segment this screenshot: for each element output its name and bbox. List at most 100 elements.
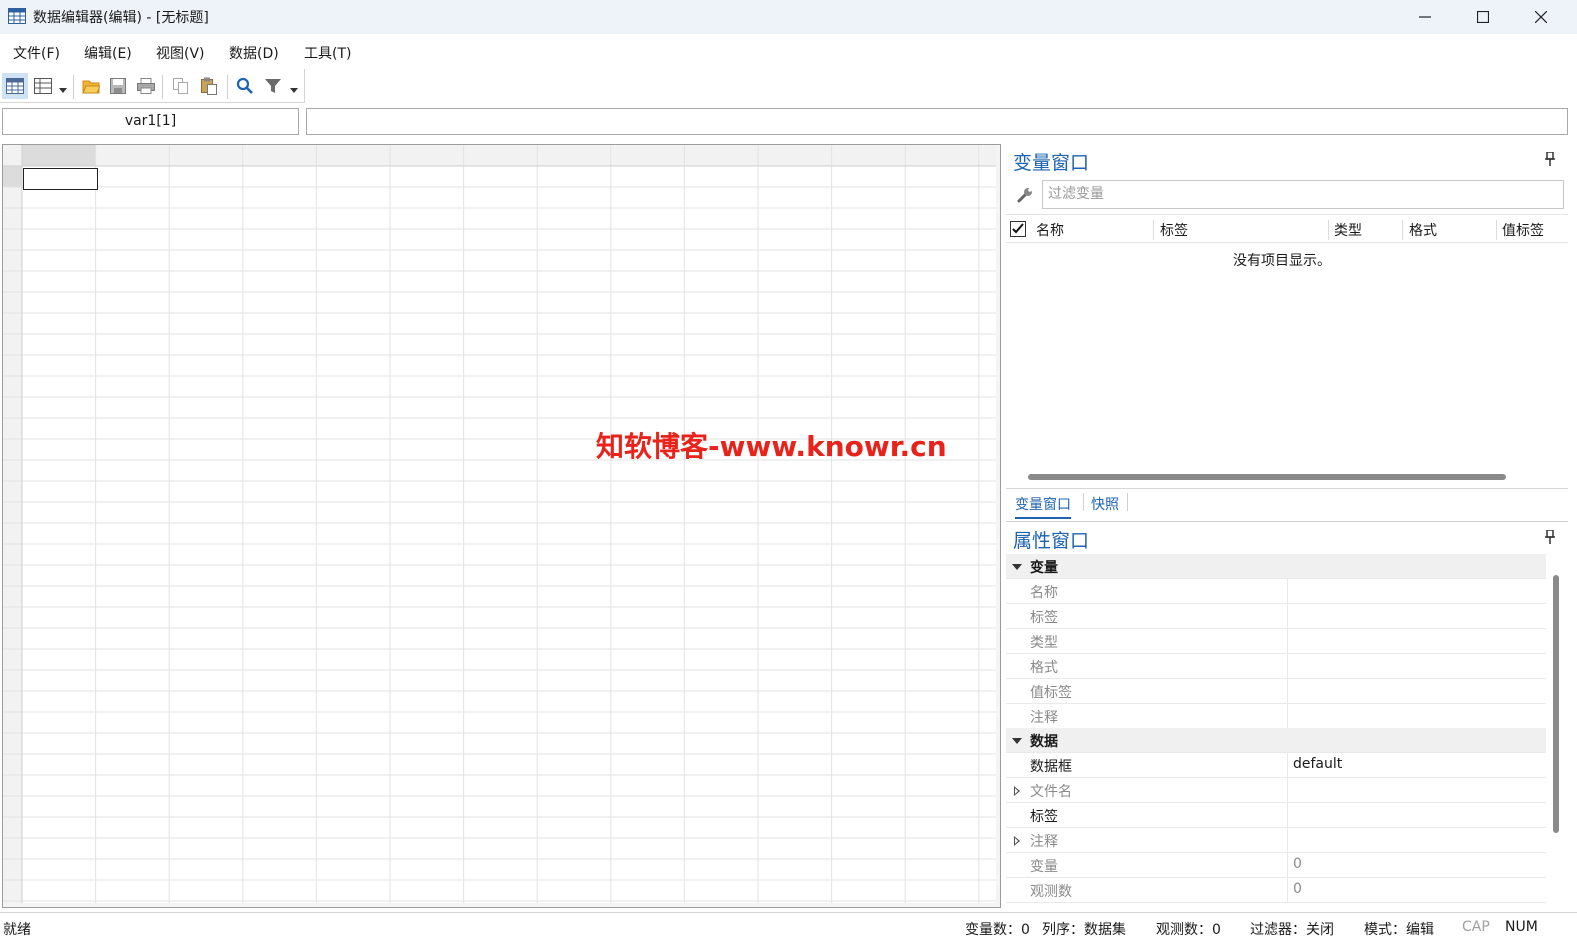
column-divider	[1496, 220, 1497, 240]
variable-view-icon	[34, 78, 52, 94]
property-divider	[1287, 878, 1288, 903]
status-mode: 模式：编辑	[1364, 922, 1434, 938]
toolbar-separator	[227, 75, 228, 99]
chevron-down-icon[interactable]	[59, 88, 67, 93]
column-label[interactable]: 标签	[1160, 220, 1188, 240]
category-data[interactable]: 数据	[1006, 728, 1546, 753]
menu-data[interactable]: 数据(D)	[229, 43, 279, 63]
close-button[interactable]	[1513, 0, 1569, 34]
property-row[interactable]: 名称	[1006, 579, 1546, 604]
property-divider	[1287, 679, 1288, 704]
window-title: 数据编辑器(编辑) - [无标题]	[33, 10, 209, 26]
expand-icon[interactable]	[1014, 786, 1020, 796]
property-name: 文件名	[1030, 784, 1072, 800]
property-value: 0	[1293, 881, 1302, 897]
property-row[interactable]: 观测数 0	[1006, 878, 1546, 903]
property-row[interactable]: 标签	[1006, 604, 1546, 629]
tab-divider	[1127, 493, 1128, 511]
category-variable[interactable]: 变量	[1006, 554, 1546, 579]
save-icon	[110, 78, 126, 94]
open-folder-icon	[82, 80, 100, 94]
column-type[interactable]: 类型	[1334, 220, 1362, 240]
status-filter: 过滤器：关闭	[1250, 922, 1334, 938]
menu-edit[interactable]: 编辑(E)	[84, 43, 132, 63]
toolbar-separator	[73, 75, 74, 99]
select-all-checkbox[interactable]	[1010, 221, 1026, 237]
property-divider	[1287, 579, 1288, 604]
column-divider	[1328, 220, 1329, 240]
maximize-button[interactable]	[1455, 0, 1511, 34]
vertical-scrollbar[interactable]	[1553, 575, 1559, 833]
tab-variable-window[interactable]: 变量窗口	[1015, 494, 1071, 519]
filter-variables-input[interactable]: 过滤变量	[1042, 180, 1564, 209]
menu-file[interactable]: 文件(F)	[13, 43, 60, 63]
property-row[interactable]: 标签	[1006, 803, 1546, 828]
data-editor-icon	[6, 78, 24, 94]
copy-icon	[173, 78, 188, 94]
property-row[interactable]: 文件名	[1006, 778, 1546, 803]
collapse-icon[interactable]	[1012, 738, 1022, 744]
cell-name-box[interactable]: var1[1]	[2, 108, 299, 135]
column-value-label[interactable]: 值标签	[1502, 220, 1544, 240]
title-bar: 数据编辑器(编辑) - [无标题]	[0, 0, 1577, 34]
property-row[interactable]: 注释	[1006, 704, 1546, 729]
grid-lines	[3, 145, 1000, 907]
print-icon	[137, 78, 155, 94]
property-divider	[1287, 604, 1288, 629]
toolbar-separator	[162, 75, 163, 99]
property-divider	[1287, 853, 1288, 878]
panel-tabs: 变量窗口 快照	[1006, 488, 1568, 519]
property-row[interactable]: 类型	[1006, 629, 1546, 654]
column-name[interactable]: 名称	[1036, 220, 1064, 240]
print-button[interactable]	[133, 73, 159, 99]
menu-view[interactable]: 视图(V)	[156, 43, 205, 63]
menu-bar: 文件(F) 编辑(E) 视图(V) 数据(D) 工具(T)	[0, 34, 1577, 68]
property-name: 值标签	[1030, 685, 1072, 701]
collapse-icon[interactable]	[1012, 564, 1022, 570]
chevron-down-icon[interactable]	[290, 88, 298, 93]
property-name: 变量	[1030, 859, 1058, 875]
tab-snapshot[interactable]: 快照	[1091, 494, 1119, 514]
status-cap: CAP	[1462, 919, 1490, 935]
property-value[interactable]: default	[1293, 756, 1342, 772]
data-grid[interactable]	[2, 144, 1001, 908]
property-row[interactable]: 值标签	[1006, 679, 1546, 704]
minimize-button[interactable]	[1397, 0, 1453, 34]
check-icon	[1012, 223, 1024, 234]
active-cell[interactable]	[23, 168, 98, 190]
column-format[interactable]: 格式	[1409, 220, 1437, 240]
watermark-text: 知软博客-www.knowr.cn	[596, 430, 947, 463]
property-name: 标签	[1030, 809, 1058, 825]
paste-button[interactable]	[196, 73, 222, 99]
horizontal-scrollbar[interactable]	[1028, 474, 1506, 480]
wrench-icon	[1017, 188, 1032, 203]
status-bar: 就绪 变量数：0 列序：数据集 观测数：0 过滤器：关闭 模式：编辑 CAP N…	[0, 912, 1577, 940]
property-row[interactable]: 注释	[1006, 828, 1546, 853]
menu-tools[interactable]: 工具(T)	[304, 43, 351, 63]
data-editor-button[interactable]	[2, 73, 28, 99]
open-button[interactable]	[78, 73, 104, 99]
property-name: 数据框	[1030, 759, 1072, 775]
pin-icon[interactable]	[1544, 152, 1556, 166]
expand-icon[interactable]	[1014, 836, 1020, 846]
data-editor-app-icon	[8, 8, 26, 28]
cell-value-field[interactable]	[306, 108, 1568, 135]
filter-button[interactable]	[260, 73, 286, 99]
close-icon	[1535, 11, 1547, 23]
property-divider	[1287, 704, 1288, 729]
property-divider	[1287, 753, 1288, 778]
property-row[interactable]: 数据框 default	[1006, 753, 1546, 778]
property-name: 注释	[1030, 710, 1058, 726]
property-divider	[1287, 654, 1288, 679]
variable-view-button[interactable]	[30, 73, 56, 99]
property-row[interactable]: 格式	[1006, 654, 1546, 679]
minimize-icon	[1419, 16, 1431, 18]
search-button[interactable]	[232, 73, 258, 99]
save-button[interactable]	[105, 73, 131, 99]
copy-button[interactable]	[168, 73, 194, 99]
variable-window: 变量窗口 过滤变量 名称 标签 类型 格式 值标签 没有项目显示。	[1006, 144, 1568, 520]
maximize-icon	[1477, 11, 1489, 23]
property-name: 格式	[1030, 660, 1058, 676]
property-row[interactable]: 变量 0	[1006, 853, 1546, 878]
pin-icon[interactable]	[1544, 530, 1556, 544]
